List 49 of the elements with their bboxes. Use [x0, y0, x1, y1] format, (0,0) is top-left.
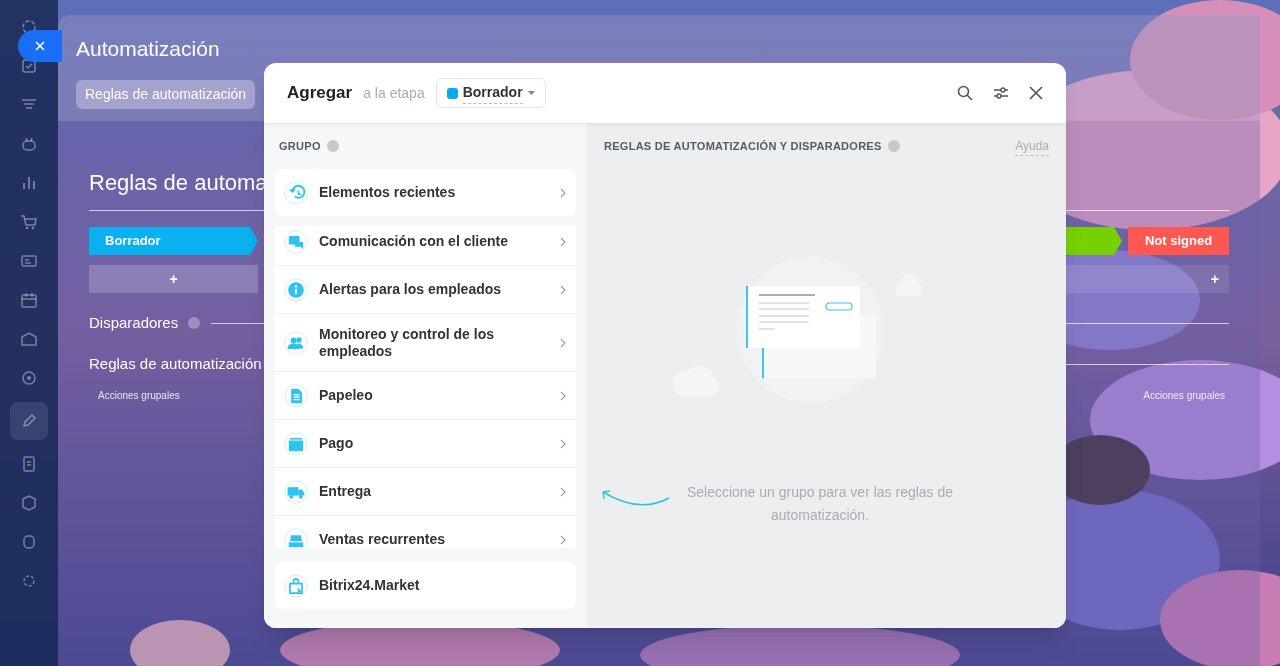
search-icon[interactable]: [957, 85, 973, 101]
dialog-title: Agregar: [287, 82, 353, 105]
chevron-right-icon: [560, 486, 566, 497]
calendar-icon[interactable]: [19, 290, 39, 310]
chevron-right-icon: [560, 390, 566, 401]
settings-icon[interactable]: [993, 86, 1009, 100]
group-item[interactable]: Monitoreo y control de los empleados: [275, 314, 576, 372]
section-heading: GRUPO: [279, 138, 321, 154]
info-icon: [284, 277, 308, 302]
caret-icon: [527, 91, 535, 95]
help-icon: [188, 317, 201, 329]
chevron-right-icon: [560, 337, 566, 348]
group-item[interactable]: Entrega: [275, 468, 576, 516]
dialog-subtitle: a la etapa: [363, 83, 425, 103]
help-icon: [326, 140, 339, 152]
add-button[interactable]: +: [89, 265, 258, 293]
group-item[interactable]: Comunicación con el cliente: [275, 226, 576, 266]
section-heading: REGLAS DE AUTOMATIZACIÓN Y DISPARADORES: [604, 138, 882, 154]
chevron-right-icon: [560, 284, 566, 295]
chevron-right-icon: [560, 438, 566, 449]
group-item[interactable]: Bitrix24.Market: [275, 562, 576, 609]
document-icon: [284, 383, 308, 408]
wallet-icon: [284, 431, 308, 456]
chat-icon: [284, 229, 308, 254]
group-item[interactable]: Papeleo: [275, 372, 576, 420]
chevron-right-icon: [560, 187, 566, 198]
group-item[interactable]: Alertas para los empleados: [275, 266, 576, 314]
slider-title: Automatización: [76, 36, 221, 62]
close-button[interactable]: [18, 30, 62, 62]
section-label: Disparadores: [89, 312, 179, 333]
group-actions-link[interactable]: Acciones grupales: [98, 388, 180, 403]
group-item[interactable]: Elementos recientes: [275, 169, 576, 216]
empty-state-message: Seleccione un grupo para ver las reglas de automatización.: [685, 483, 955, 525]
shopping-bag-icon: [284, 573, 308, 598]
stage-dropdown[interactable]: Borrador: [435, 78, 546, 108]
clock-icon: [284, 180, 308, 205]
help-icon: [887, 140, 900, 152]
chevron-right-icon: [560, 534, 566, 545]
truck-icon: [284, 479, 308, 504]
group-item[interactable]: Pago: [275, 420, 576, 468]
section-label: Reglas de automatización: [89, 353, 262, 374]
target-icon[interactable]: [19, 368, 39, 388]
building-icon[interactable]: [19, 329, 39, 349]
people-icon: [284, 330, 308, 355]
close-icon[interactable]: [1029, 86, 1043, 100]
cube-icon[interactable]: [19, 493, 39, 513]
cart-icon[interactable]: [19, 212, 39, 232]
close-icon: [35, 41, 45, 51]
chevron-right-icon: [560, 236, 566, 247]
